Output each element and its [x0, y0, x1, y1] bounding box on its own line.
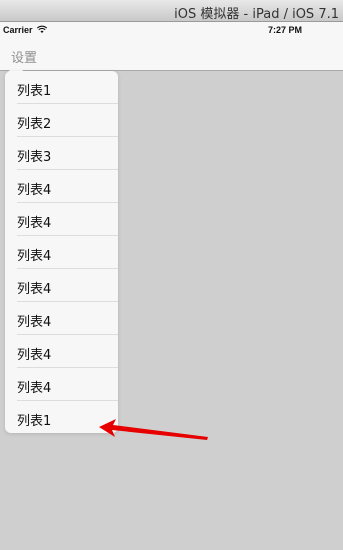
list-item[interactable]: 列表4 — [5, 335, 118, 368]
list-item-label: 列表4 — [17, 216, 52, 231]
list-item-label: 列表4 — [17, 249, 52, 264]
list-item[interactable]: 列表2 — [5, 104, 118, 137]
simulator-title-bar: iOS 模拟器 - iPad / iOS 7.1 — [0, 0, 343, 22]
list-item-label: 列表1 — [17, 414, 52, 429]
list-item-label: 列表4 — [17, 381, 52, 396]
list-item[interactable]: 列表4 — [5, 368, 118, 401]
red-arrow-annotation — [99, 419, 208, 440]
list-item[interactable]: 列表3 — [5, 137, 118, 170]
list-item[interactable]: 列表1 — [5, 71, 118, 104]
status-time: 7:27 PM — [268, 25, 303, 35]
list-item-label: 列表4 — [17, 183, 52, 198]
wifi-icon — [36, 25, 48, 37]
window-title: iOS 模拟器 - iPad / iOS 7.1 — [174, 7, 339, 22]
list-item[interactable]: 列表4 — [5, 269, 118, 302]
list-item-label: 列表1 — [17, 84, 52, 99]
list-item-label: 列表3 — [17, 150, 52, 165]
list-item-label: 列表4 — [17, 348, 52, 363]
carrier-label: Carrier — [3, 25, 33, 35]
list-item[interactable]: 列表4 — [5, 302, 118, 335]
list-item[interactable]: 列表4 — [5, 170, 118, 203]
arrow-shape — [99, 419, 208, 440]
status-bar: Carrier 7:27 PM — [0, 22, 343, 40]
popover-menu: 列表1 列表2 列表3 列表4 列表4 列表4 列表4 列表4 列表4 列表4 … — [5, 71, 118, 433]
list-item-label: 列表2 — [17, 117, 52, 132]
list-item[interactable]: 列表4 — [5, 203, 118, 236]
list-item-label: 列表4 — [17, 282, 52, 297]
list-item[interactable]: 列表4 — [5, 236, 118, 269]
list-item-label: 列表4 — [17, 315, 52, 330]
navigation-bar: 设置 — [0, 40, 343, 71]
